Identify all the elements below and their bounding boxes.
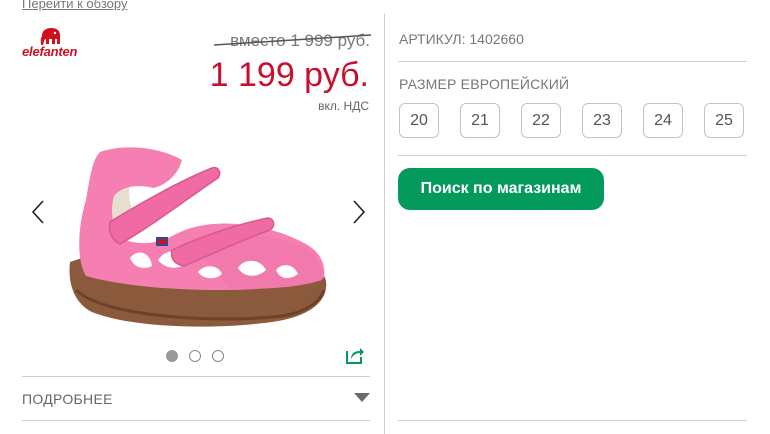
size-option[interactable]: 22 (521, 103, 561, 138)
old-price-strikethrough (214, 34, 371, 46)
vat-note: вкл. НДС (318, 99, 369, 113)
chevron-right-icon[interactable] (346, 198, 370, 226)
column-divider (384, 14, 385, 434)
current-price: 1 199 руб. (209, 56, 369, 94)
size-selector: 20 21 22 23 24 25 (399, 103, 744, 138)
size-label: РАЗМЕР ЕВРОПЕЙСКИЙ (399, 76, 570, 92)
share-icon[interactable] (345, 345, 365, 365)
divider (398, 61, 747, 62)
sku-label: АРТИКУЛ: 1402660 (399, 31, 524, 47)
divider (398, 155, 747, 156)
details-toggle[interactable]: ПОДРОБНЕЕ (22, 377, 370, 420)
details-label: ПОДРОБНЕЕ (22, 391, 113, 407)
chevron-left-icon[interactable] (27, 198, 51, 226)
size-option[interactable]: 23 (582, 103, 622, 138)
carousel-dots (166, 350, 224, 362)
triangle-down-icon (354, 393, 370, 402)
carousel-dot[interactable] (166, 350, 178, 362)
size-option[interactable]: 24 (643, 103, 683, 138)
back-to-overview-link[interactable]: Перейти к обзору (22, 0, 127, 11)
product-image (69, 147, 327, 327)
carousel-dot[interactable] (212, 350, 224, 362)
brand-name: elefanten (22, 44, 78, 59)
brand-logo: elefanten (22, 27, 82, 61)
size-option[interactable]: 20 (399, 103, 439, 138)
size-option[interactable]: 21 (460, 103, 500, 138)
carousel-dot[interactable] (189, 350, 201, 362)
store-search-button[interactable]: Поиск по магазинам (398, 168, 604, 210)
size-option[interactable]: 25 (704, 103, 744, 138)
divider (22, 420, 370, 421)
divider (398, 420, 747, 421)
